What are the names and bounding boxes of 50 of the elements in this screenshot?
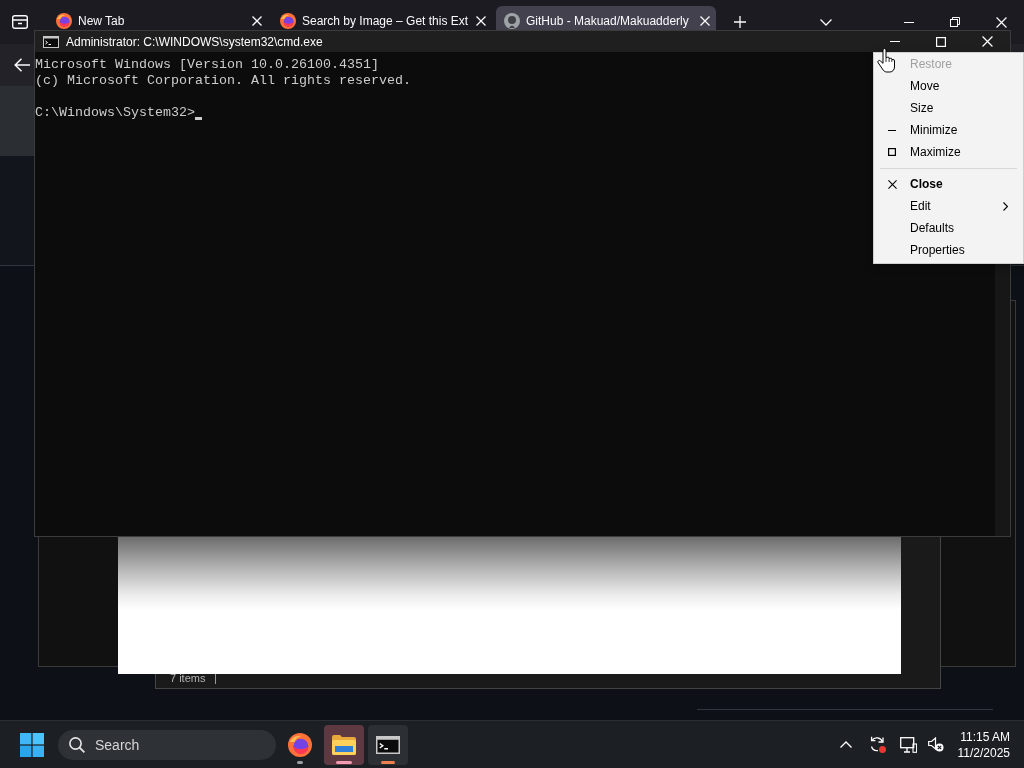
windows-logo-icon[interactable] bbox=[20, 732, 44, 757]
close-icon[interactable] bbox=[252, 16, 262, 26]
archive-icon[interactable] bbox=[12, 14, 28, 30]
browser-tab[interactable]: GitHub - Makuad/Makuadderly bbox=[496, 6, 716, 30]
chevron-right-icon bbox=[1003, 201, 1008, 211]
close-icon[interactable] bbox=[981, 36, 993, 47]
browser-logo-icon bbox=[56, 13, 72, 29]
menu-item[interactable]: Maximize bbox=[874, 141, 1023, 163]
chevron-up-icon[interactable] bbox=[839, 741, 852, 748]
speaker-muted-icon[interactable] bbox=[927, 737, 944, 752]
search-field[interactable]: Search bbox=[58, 729, 276, 760]
square-icon bbox=[888, 148, 896, 156]
maximize-icon[interactable] bbox=[936, 36, 946, 47]
clock-date[interactable]: 11/2/2025 bbox=[957, 744, 1010, 761]
search-icon bbox=[69, 736, 85, 753]
console-icon bbox=[376, 735, 400, 754]
console-line: Microsoft Windows [Version 10.0.26100.4351] bbox=[35, 57, 379, 73]
menu-item[interactable]: Move bbox=[874, 75, 1023, 97]
taskbar-app-button[interactable] bbox=[324, 724, 364, 765]
menu-item[interactable]: Minimize bbox=[874, 119, 1023, 141]
menu-item[interactable]: Defaults bbox=[874, 217, 1023, 239]
browser-logo-icon bbox=[280, 13, 296, 29]
restore-icon[interactable] bbox=[950, 17, 960, 27]
dash-icon bbox=[888, 129, 896, 131]
console-icon bbox=[43, 35, 59, 48]
window-title: Administrator: C:\WINDOWS\system32\cmd.exe bbox=[66, 34, 323, 49]
menu-item[interactable]: Edit bbox=[874, 195, 1023, 217]
monitor-icon[interactable] bbox=[900, 736, 917, 753]
sync-icon[interactable] bbox=[869, 736, 886, 753]
clock-time[interactable]: 11:15 AM bbox=[960, 728, 1010, 745]
menu-item[interactable]: Size bbox=[874, 97, 1023, 119]
browser-tab[interactable]: New Tab bbox=[48, 6, 268, 30]
plus-icon[interactable] bbox=[734, 16, 746, 28]
folder-icon bbox=[332, 734, 356, 755]
console-line: (c) Microsoft Corporation. All rights reserved. bbox=[35, 73, 411, 89]
menu-item[interactable]: Properties bbox=[874, 239, 1023, 261]
close-icon[interactable] bbox=[995, 16, 1007, 28]
menu-item[interactable]: Close bbox=[874, 173, 1023, 195]
text-cursor-icon bbox=[194, 117, 202, 120]
close-icon[interactable] bbox=[700, 16, 710, 26]
back-arrow-icon[interactable] bbox=[14, 58, 30, 72]
browser-tab[interactable]: Search by Image – Get this Ext bbox=[272, 6, 492, 30]
console-prompt: C:\Windows\System32> bbox=[35, 105, 195, 121]
close-icon[interactable] bbox=[476, 16, 486, 26]
browser-logo-icon bbox=[288, 732, 312, 757]
status-text: 7 items bbox=[170, 672, 206, 685]
chevron-down-icon[interactable] bbox=[820, 18, 832, 26]
taskbar-app-button[interactable] bbox=[368, 724, 408, 765]
close-icon bbox=[887, 179, 897, 189]
minimize-icon[interactable] bbox=[904, 21, 914, 23]
